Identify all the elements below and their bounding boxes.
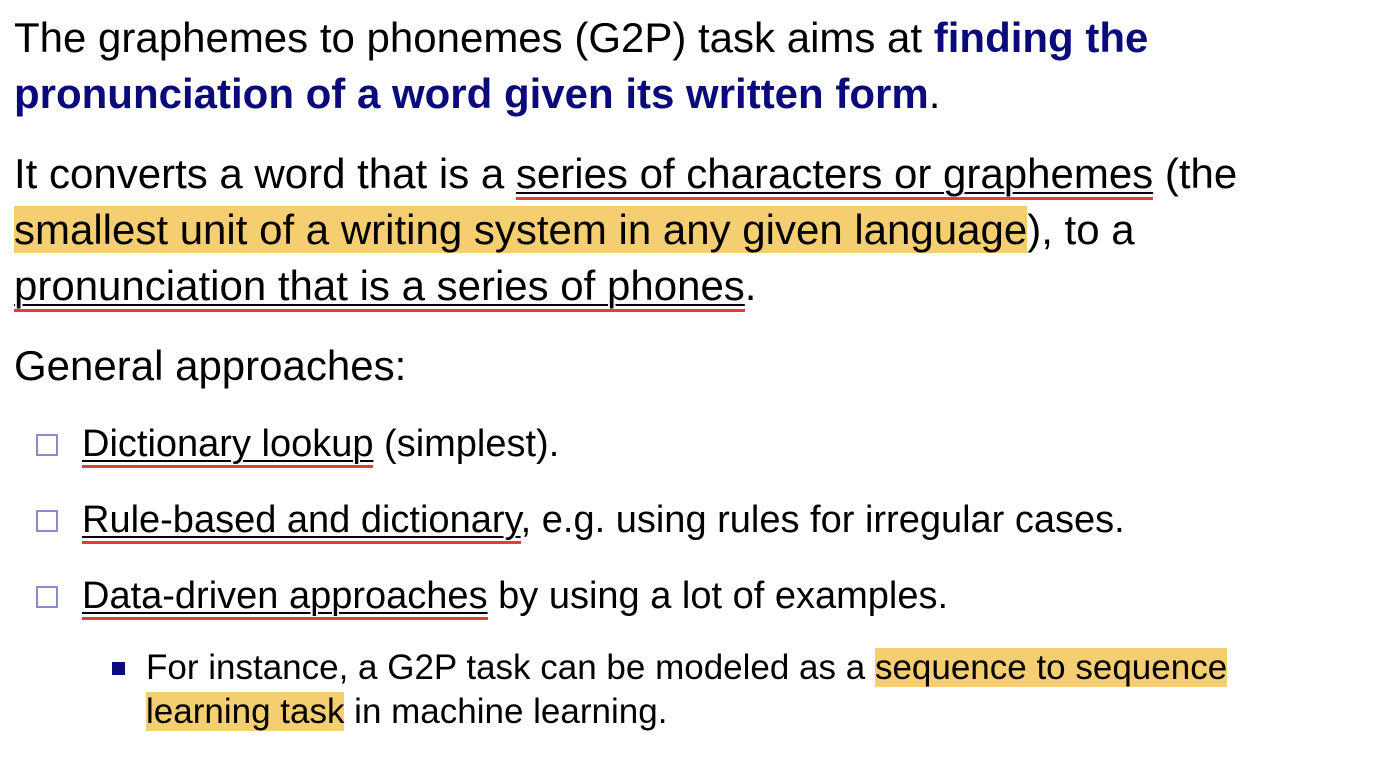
sub-bullet-text: For instance, a G2P task can be modeled … xyxy=(146,646,1346,734)
conversion-paragraph: It converts a word that is a series of c… xyxy=(14,146,1374,314)
approach-rest: by using a lot of examples. xyxy=(487,575,949,617)
approach-rest: (simplest). xyxy=(373,423,560,465)
approach-item-text: Data-driven approaches by using a lot of… xyxy=(82,572,948,620)
checkbox-icon xyxy=(36,510,58,532)
approach-term: Dictionary lookup xyxy=(82,423,374,468)
intro-text: The graphemes to phonemes (G2P) task aim… xyxy=(14,14,934,61)
conversion-lead: It converts a word that is a xyxy=(14,150,516,197)
grapheme-definition-highlight: smallest unit of a writing system in any… xyxy=(14,206,1028,253)
approach-term: Rule-based and dictionary xyxy=(82,499,521,544)
intro-paragraph: The graphemes to phonemes (G2P) task aim… xyxy=(14,10,1354,122)
checkbox-icon xyxy=(36,586,58,608)
approach-rest: , e.g. using rules for irregular cases. xyxy=(520,499,1125,541)
conversion-mid2: ), to a xyxy=(1027,206,1135,253)
checkbox-icon xyxy=(36,434,58,456)
approach-term: Data-driven approaches xyxy=(82,575,488,620)
approach-item-text: Rule-based and dictionary, e.g. using ru… xyxy=(82,496,1125,544)
slide: The graphemes to phonemes (G2P) task aim… xyxy=(0,0,1382,762)
sub-bullet-after: in machine learning. xyxy=(344,692,668,731)
sub-bullet-before: For instance, a G2P task can be modeled … xyxy=(146,648,875,687)
square-bullet-icon xyxy=(112,662,125,675)
intro-period: . xyxy=(928,70,941,117)
conversion-end: . xyxy=(744,262,757,309)
approach-item-text: Dictionary lookup (simplest). xyxy=(82,420,559,468)
graphemes-underline: series of characters or graphemes xyxy=(515,150,1154,200)
approaches-heading: General approaches: xyxy=(14,342,407,389)
conversion-mid1: (the xyxy=(1153,150,1238,197)
phones-underline: pronunciation that is a series of phones xyxy=(14,262,745,312)
